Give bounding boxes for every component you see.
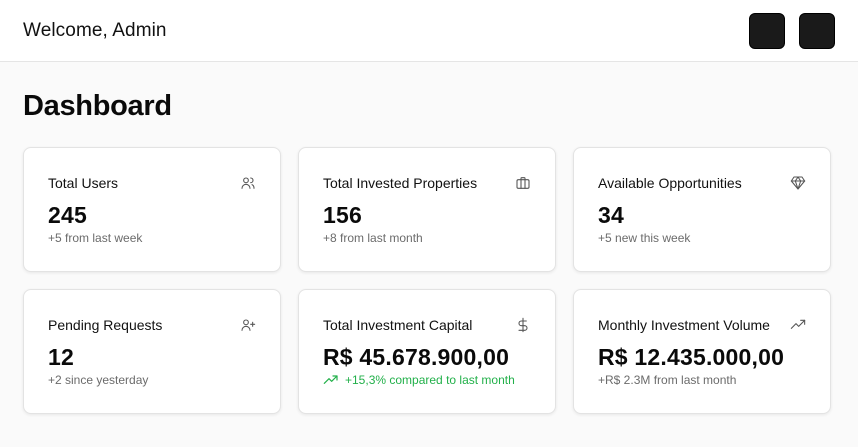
trending-up-icon xyxy=(790,317,806,333)
card-value: 34 xyxy=(598,202,624,228)
header-action-button-1[interactable] xyxy=(749,12,785,49)
dollar-icon xyxy=(515,317,531,333)
card-value: R$ 45.678.900,00 xyxy=(323,344,510,370)
stat-card-total-users: Total Users 245 +5 from last week xyxy=(23,147,281,272)
card-subtext: +15,3% compared to last month xyxy=(323,373,531,387)
stat-card-pending-requests: Pending Requests 12 +2 since yesterday xyxy=(23,289,281,414)
stat-card-monthly-investment-volume: Monthly Investment Volume R$ 12.435.000,… xyxy=(573,289,831,414)
card-value: R$ 12.435.000,00 xyxy=(598,344,785,370)
card-title: Total Users xyxy=(48,175,119,191)
card-value: 245 xyxy=(48,202,87,228)
stats-grid: Total Users 245 +5 from last week Total … xyxy=(23,147,835,414)
card-value: 156 xyxy=(323,202,362,228)
card-subtext-label: +R$ 2.3M from last month xyxy=(598,373,737,387)
card-value: 12 xyxy=(48,344,74,370)
card-subtext: +2 since yesterday xyxy=(48,373,256,387)
card-subtext: +8 from last month xyxy=(323,231,531,245)
card-subtext-label: +2 since yesterday xyxy=(48,373,149,387)
welcome-text: Welcome, Admin xyxy=(23,19,167,41)
card-title: Total Investment Capital xyxy=(323,317,473,333)
card-subtext-label: +8 from last month xyxy=(323,231,423,245)
card-subtext-label: +5 new this week xyxy=(598,231,691,245)
briefcase-icon xyxy=(515,175,531,191)
top-bar: Welcome, Admin xyxy=(0,0,858,62)
trending-up-icon xyxy=(323,374,339,386)
card-subtext: +5 new this week xyxy=(598,231,806,245)
top-actions xyxy=(749,12,835,49)
stat-card-available-opportunities: Available Opportunities 34 +5 new this w… xyxy=(573,147,831,272)
dashboard-page: Dashboard Total Users 245 +5 from last w… xyxy=(0,62,858,414)
gem-icon xyxy=(790,175,806,191)
header-action-button-2[interactable] xyxy=(799,12,835,49)
users-icon xyxy=(240,175,256,191)
card-subtext-label: +5 from last week xyxy=(48,231,143,245)
card-subtext: +5 from last week xyxy=(48,231,256,245)
card-title: Monthly Investment Volume xyxy=(598,317,770,333)
card-title: Pending Requests xyxy=(48,317,163,333)
page-title: Dashboard xyxy=(23,90,172,122)
stat-card-total-invested-properties: Total Invested Properties 156 +8 from la… xyxy=(298,147,556,272)
user-plus-icon xyxy=(240,317,256,333)
card-title: Available Opportunities xyxy=(598,175,742,191)
card-subtext-label: +15,3% compared to last month xyxy=(345,373,515,387)
card-subtext: +R$ 2.3M from last month xyxy=(598,373,806,387)
stat-card-total-investment-capital: Total Investment Capital R$ 45.678.900,0… xyxy=(298,289,556,414)
card-title: Total Invested Properties xyxy=(323,175,478,191)
